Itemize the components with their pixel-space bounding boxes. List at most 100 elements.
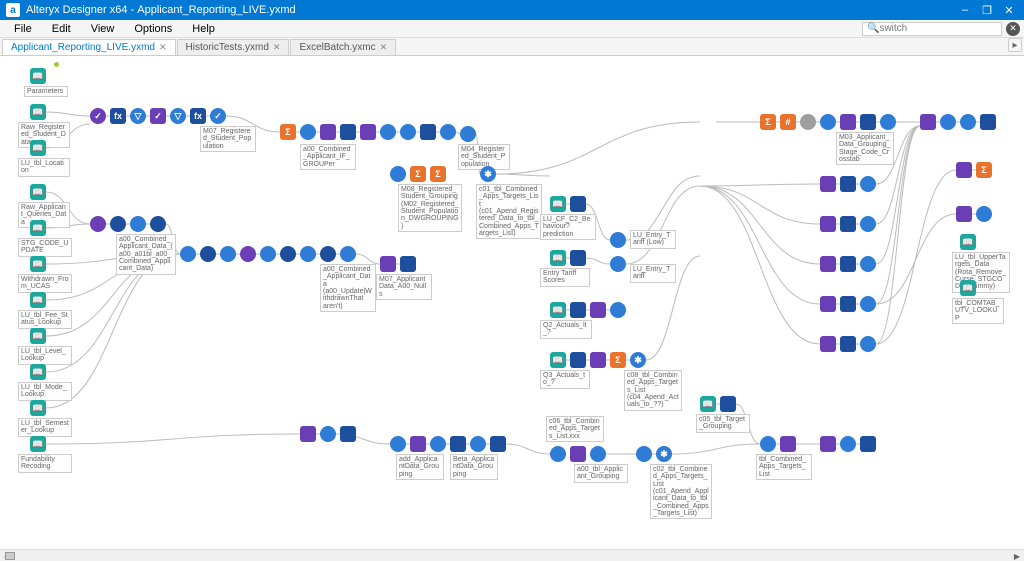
tool-node[interactable] bbox=[550, 446, 566, 462]
tool-node[interactable] bbox=[860, 114, 876, 130]
tool-node[interactable]: ✱ bbox=[630, 352, 646, 368]
tab-0[interactable]: Applicant_Reporting_LIVE.yxmd✕ bbox=[2, 39, 176, 55]
tab-2[interactable]: ExcelBatch.yxmc✕ bbox=[290, 39, 396, 55]
tab-close-icon[interactable]: ✕ bbox=[159, 42, 167, 53]
tool-node[interactable]: 📖 bbox=[30, 140, 46, 156]
tool-node[interactable] bbox=[860, 216, 876, 232]
tool-node[interactable] bbox=[340, 426, 356, 442]
tool-node[interactable] bbox=[860, 436, 876, 452]
tab-close-icon[interactable]: ✕ bbox=[380, 42, 388, 53]
tool-node[interactable] bbox=[610, 302, 626, 318]
tool-node[interactable] bbox=[380, 256, 396, 272]
tool-node[interactable] bbox=[420, 124, 436, 140]
tool-node[interactable] bbox=[320, 246, 336, 262]
tool-node[interactable] bbox=[410, 436, 426, 452]
tool-node[interactable] bbox=[610, 232, 626, 248]
tool-node[interactable] bbox=[260, 246, 276, 262]
tool-node[interactable] bbox=[200, 246, 216, 262]
tool-node[interactable] bbox=[840, 176, 856, 192]
tool-node[interactable] bbox=[340, 246, 356, 262]
workflow-canvas[interactable]: 📖Parameters📖Raw_Registered_Student_Data📖… bbox=[0, 56, 1024, 543]
tool-node[interactable] bbox=[380, 124, 396, 140]
menu-file[interactable]: File bbox=[4, 21, 42, 37]
tool-node[interactable] bbox=[90, 216, 106, 232]
tool-node[interactable]: ✱ bbox=[656, 446, 672, 462]
tool-node[interactable] bbox=[976, 206, 992, 222]
tool-node[interactable]: ✓ bbox=[90, 108, 106, 124]
tool-node[interactable] bbox=[300, 426, 316, 442]
tool-node[interactable] bbox=[820, 436, 836, 452]
tool-node[interactable] bbox=[940, 114, 956, 130]
tool-node[interactable] bbox=[780, 436, 796, 452]
tool-node[interactable] bbox=[150, 216, 166, 232]
tool-node[interactable] bbox=[180, 246, 196, 262]
tool-node[interactable] bbox=[570, 196, 586, 212]
tool-node[interactable] bbox=[440, 124, 456, 140]
menu-options[interactable]: Options bbox=[124, 21, 182, 37]
menu-view[interactable]: View bbox=[81, 21, 125, 37]
tool-node[interactable]: 📖 bbox=[30, 68, 46, 84]
tool-node[interactable] bbox=[400, 256, 416, 272]
tool-node[interactable] bbox=[840, 436, 856, 452]
tool-node[interactable]: # bbox=[780, 114, 796, 130]
tool-node[interactable] bbox=[820, 216, 836, 232]
tool-node[interactable] bbox=[840, 336, 856, 352]
tool-node[interactable]: 📖 bbox=[30, 436, 46, 452]
tool-node[interactable]: 📖 bbox=[550, 302, 566, 318]
tool-node[interactable] bbox=[460, 126, 476, 142]
tool-node[interactable] bbox=[570, 302, 586, 318]
tool-node[interactable] bbox=[570, 446, 586, 462]
tool-node[interactable] bbox=[390, 166, 406, 182]
tool-node[interactable] bbox=[300, 124, 316, 140]
tool-node[interactable]: ✱ bbox=[480, 166, 496, 182]
tool-node[interactable] bbox=[110, 216, 126, 232]
minimize-button[interactable]: – bbox=[956, 3, 974, 17]
tool-node[interactable] bbox=[570, 250, 586, 266]
tool-node[interactable] bbox=[570, 352, 586, 368]
tool-node[interactable]: 📖 bbox=[30, 328, 46, 344]
tool-node[interactable] bbox=[820, 114, 836, 130]
scroll-right-icon[interactable]: ▶ bbox=[1010, 550, 1024, 562]
tool-node[interactable] bbox=[920, 114, 936, 130]
tool-node[interactable] bbox=[800, 114, 816, 130]
tool-node[interactable] bbox=[220, 246, 236, 262]
tool-node[interactable]: fx bbox=[110, 108, 126, 124]
tool-node[interactable] bbox=[240, 246, 256, 262]
tool-node[interactable] bbox=[590, 446, 606, 462]
tool-node[interactable]: 📖 bbox=[550, 250, 566, 266]
tool-node[interactable]: 📖 bbox=[960, 234, 976, 250]
tool-node[interactable] bbox=[860, 336, 876, 352]
scroll-thumb[interactable] bbox=[5, 552, 15, 560]
tool-node[interactable] bbox=[840, 256, 856, 272]
tool-node[interactable]: Σ bbox=[610, 352, 626, 368]
tool-node[interactable] bbox=[430, 436, 446, 452]
tool-node[interactable]: 📖 bbox=[30, 292, 46, 308]
tool-node[interactable] bbox=[300, 246, 316, 262]
maximize-button[interactable]: ❐ bbox=[978, 3, 996, 17]
tool-node[interactable] bbox=[590, 302, 606, 318]
tool-node[interactable] bbox=[840, 114, 856, 130]
tool-node[interactable] bbox=[470, 436, 486, 452]
tool-node[interactable] bbox=[636, 446, 652, 462]
tool-node[interactable] bbox=[820, 256, 836, 272]
tool-node[interactable]: ✓ bbox=[210, 108, 226, 124]
tool-node[interactable]: 📖 bbox=[550, 352, 566, 368]
tool-node[interactable] bbox=[450, 436, 466, 452]
tool-node[interactable] bbox=[760, 436, 776, 452]
tool-node[interactable]: ✓ bbox=[150, 108, 166, 124]
tool-node[interactable] bbox=[840, 216, 856, 232]
panel-toggle[interactable]: ▸ bbox=[1008, 38, 1022, 52]
search-input[interactable] bbox=[879, 23, 979, 34]
h-scrollbar[interactable]: ◀ ▶ bbox=[0, 549, 1024, 561]
tab-1[interactable]: HistoricTests.yxmd✕ bbox=[177, 39, 290, 55]
tool-node[interactable] bbox=[590, 352, 606, 368]
tool-node[interactable] bbox=[860, 296, 876, 312]
tool-node[interactable]: ▽ bbox=[170, 108, 186, 124]
tool-node[interactable]: Σ bbox=[430, 166, 446, 182]
tool-node[interactable]: Σ bbox=[280, 124, 296, 140]
tool-node[interactable] bbox=[820, 296, 836, 312]
tool-node[interactable] bbox=[320, 124, 336, 140]
tool-node[interactable]: 📖 bbox=[550, 196, 566, 212]
tool-node[interactable]: 📖 bbox=[30, 184, 46, 200]
tool-node[interactable] bbox=[400, 124, 416, 140]
